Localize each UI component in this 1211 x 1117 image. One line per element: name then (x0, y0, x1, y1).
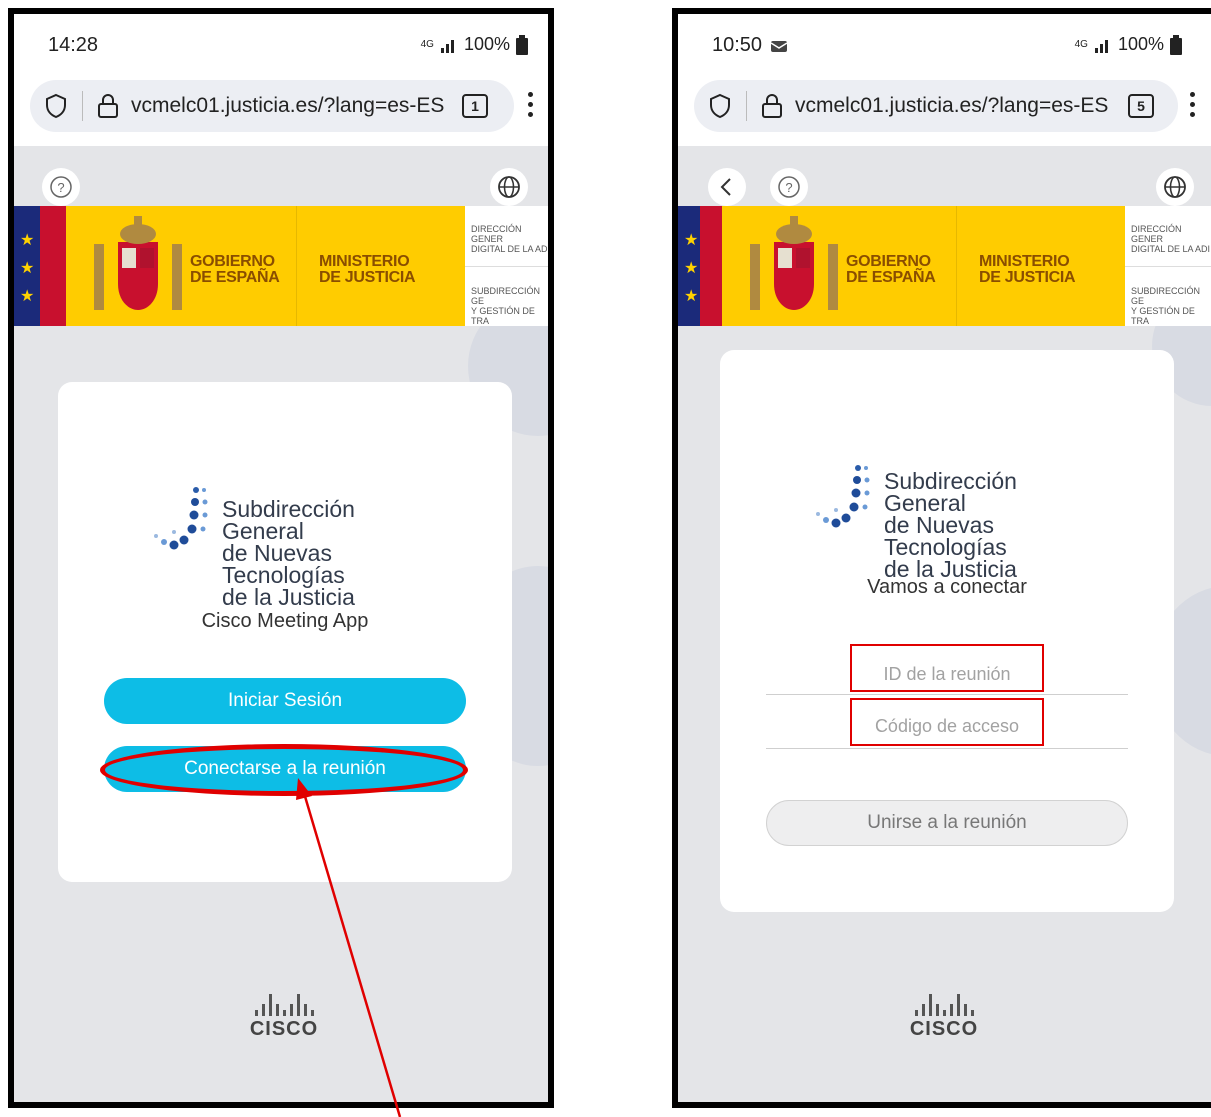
ministerio-label: MINISTERIO DE JUSTICIA (319, 253, 416, 286)
address-bar[interactable]: vcmelc01.justicia.es/?lang=es-ES (30, 80, 514, 132)
web-content: ? ★ ★ ★ GOBIERNO DE ESPAÑA MINISTERIO DE J… (14, 146, 548, 1102)
gobierno-block: GOBIERNO DE ESPAÑA (66, 206, 296, 326)
svg-text:?: ? (57, 180, 64, 195)
phone-screenshot-left: 14:28 4G 100% vcmelc01.justicia.es/?lang… (8, 8, 554, 1108)
phone-screenshot-right: 10:50 4G 100% vcmelc01.justicia.es/?lang… (672, 8, 1211, 1108)
signal-icon (440, 39, 454, 53)
direccion-block: DIRECCIÓN GENER DIGITAL DE LA ADI SUBDIR… (465, 206, 548, 326)
cisco-wordmark: CISCO (909, 1018, 979, 1040)
spain-coat-of-arms (94, 216, 182, 310)
government-banner: ★ ★ ★ GOBIERNO DE ESPAÑA MINISTERIO DE JUS… (678, 206, 1211, 326)
sgnt-dots-icon (816, 465, 870, 528)
lock-icon (762, 94, 782, 118)
connect-title: Vamos a conectar (867, 576, 1027, 598)
highlight-box-meeting-id (850, 644, 1044, 692)
cisco-bars-icon (224, 994, 344, 1016)
tab-count-button[interactable]: 1 (462, 94, 488, 118)
status-bar: 14:28 4G 100% (14, 14, 548, 76)
svg-text:?: ? (785, 180, 792, 195)
eu-spain-flag: ★ ★ ★ (678, 206, 722, 326)
ministerio-label: MINISTERIO DE JUSTICIA (979, 253, 1076, 286)
web-content: ? ★ ★ ★ GOBIERNO DE ESPAÑA MINISTERIO DE J… (678, 146, 1211, 1102)
sgnt-dots-icon (154, 487, 208, 550)
battery-icon (516, 34, 528, 55)
divider (82, 91, 83, 121)
shield-icon[interactable] (708, 93, 732, 119)
battery-percent: 100% (463, 34, 510, 54)
signal-label: 4G (420, 39, 434, 50)
battery-percent: 100% (1117, 34, 1164, 54)
eu-spain-flag: ★ ★ ★ (14, 206, 66, 326)
battery-icon (1170, 34, 1182, 55)
divider (746, 91, 747, 121)
gobierno-label: GOBIERNO DE ESPAÑA (846, 253, 936, 286)
sign-in-button[interactable]: Iniciar Sesión (104, 678, 466, 724)
gobierno-label: GOBIERNO DE ESPAÑA (190, 253, 280, 286)
back-icon[interactable] (708, 168, 746, 206)
sgnt-logo-text: Subdirección General de Nuevas Tecnologí… (884, 468, 1017, 582)
sgnt-logo: Subdirección General de Nuevas Tecnologí… (812, 458, 1092, 581)
address-bar[interactable]: vcmelc01.justicia.es/?lang=es-ES (694, 80, 1178, 132)
lock-icon (98, 94, 118, 118)
kebab-menu-icon[interactable] (1190, 92, 1196, 122)
kebab-menu-icon[interactable] (528, 92, 534, 122)
join-meeting-button[interactable]: Unirse a la reunión (766, 800, 1128, 846)
status-indicators: 4G 100% (1075, 34, 1182, 55)
signal-icon (1094, 39, 1108, 53)
shield-icon[interactable] (44, 93, 68, 119)
status-time: 14:28 (48, 34, 99, 56)
direccion-label: DIRECCIÓN GENER DIGITAL DE LA ADI (471, 224, 548, 254)
access-code-underline (766, 748, 1128, 749)
cisco-wordmark: CISCO (249, 1018, 319, 1040)
globe-icon[interactable] (1156, 168, 1194, 206)
highlight-ellipse (100, 744, 468, 796)
url-text[interactable]: vcmelc01.justicia.es/?lang=es-ES (131, 94, 459, 118)
divider (465, 266, 548, 267)
meeting-id-underline (766, 694, 1128, 695)
globe-icon[interactable] (490, 168, 528, 206)
app-title: Cisco Meeting App (201, 610, 369, 632)
status-indicators: 4G 100% (421, 34, 528, 55)
direccion-block: DIRECCIÓN GENER DIGITAL DE LA ADI SUBDIR… (1125, 206, 1211, 326)
signal-label: 4G (1074, 39, 1088, 50)
divider (1125, 266, 1211, 267)
sgnt-logo: Subdirección General de Nuevas Tecnologí… (150, 480, 430, 609)
subdireccion-label: SUBDIRECCIÓN GE Y GESTIÓN DE TRA (1131, 286, 1201, 326)
help-icon[interactable]: ? (42, 168, 80, 206)
join-card: Subdirección General de Nuevas Tecnologí… (720, 350, 1174, 912)
login-card: Subdirección General de Nuevas Tecnologí… (58, 382, 512, 882)
ministerio-block: MINISTERIO DE JUSTICIA (956, 206, 1125, 326)
government-banner: ★ ★ ★ GOBIERNO DE ESPAÑA MINISTERIO DE JUS… (14, 206, 548, 326)
cisco-bars-icon (884, 994, 1004, 1016)
spain-coat-of-arms (750, 216, 838, 310)
ministerio-block: MINISTERIO DE JUSTICIA (296, 206, 465, 326)
url-text[interactable]: vcmelc01.justicia.es/?lang=es-ES (795, 94, 1125, 118)
highlight-box-access-code (850, 698, 1044, 746)
subdireccion-label: SUBDIRECCIÓN GE Y GESTIÓN DE TRA (471, 286, 541, 326)
cisco-logo: CISCO (224, 994, 344, 1041)
notification-icon (770, 41, 788, 52)
sgnt-logo-text: Subdirección General de Nuevas Tecnologí… (222, 496, 355, 610)
status-time: 10:50 (712, 34, 763, 56)
tab-count-button[interactable]: 5 (1128, 94, 1154, 118)
status-bar: 10:50 4G 100% (678, 14, 1211, 76)
direccion-label: DIRECCIÓN GENER DIGITAL DE LA ADI (1131, 224, 1211, 254)
gobierno-block: GOBIERNO DE ESPAÑA (722, 206, 956, 326)
cisco-logo: CISCO (884, 994, 1004, 1041)
help-icon[interactable]: ? (770, 168, 808, 206)
